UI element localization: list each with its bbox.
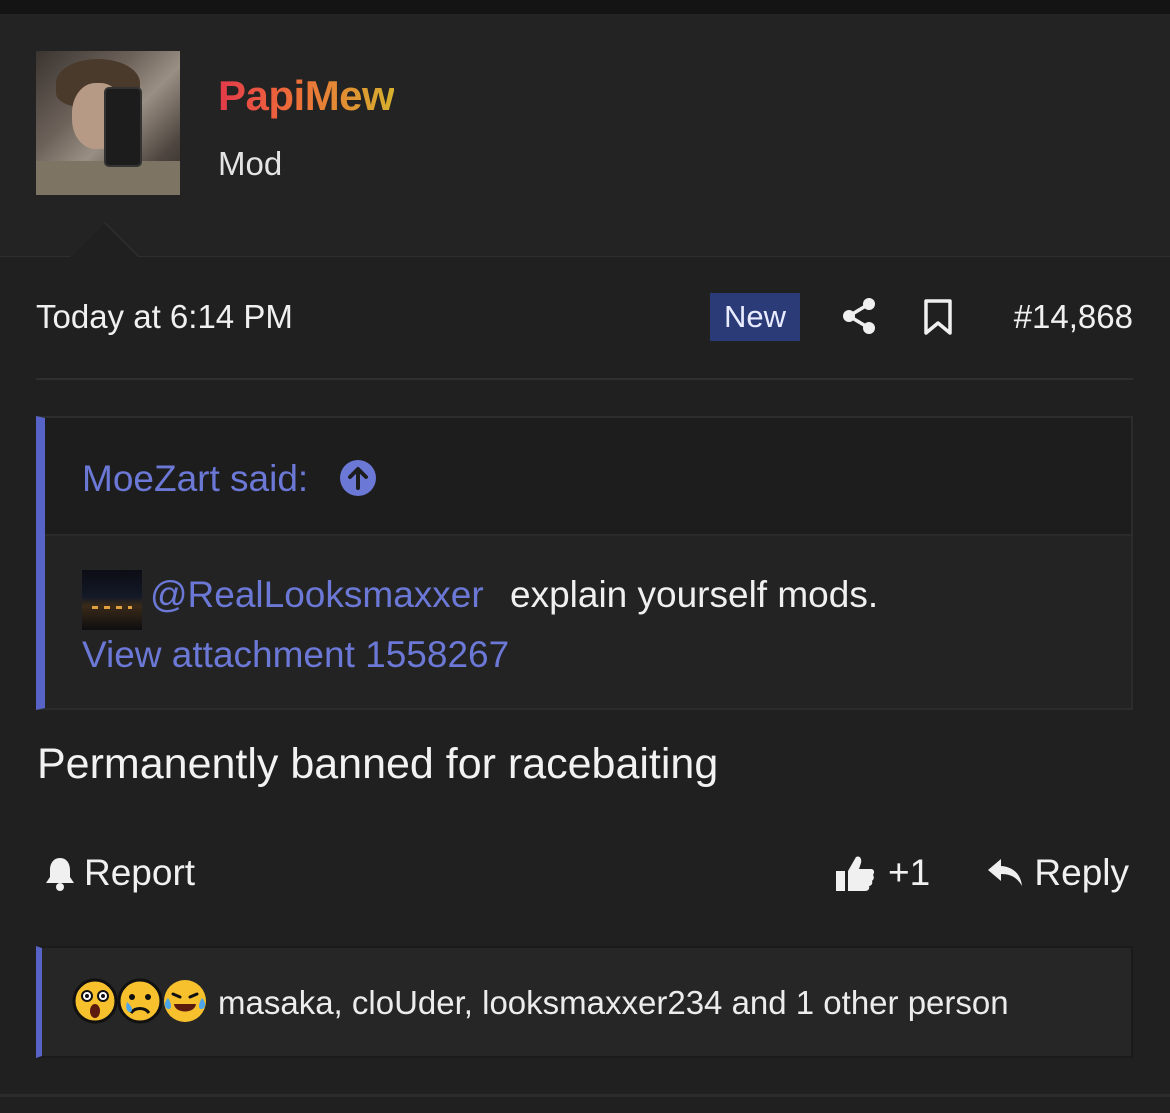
quote-text: explain yourself mods. [510,574,879,615]
reaction-users[interactable]: masaka, cloUder, looksmaxxer234 and 1 ot… [218,984,1009,1022]
post-actions: Report +1 Reply [36,846,1133,900]
crying-laughing-face-icon [164,980,206,1022]
quote-author[interactable]: MoeZart said: [82,458,308,500]
like-button[interactable]: +1 [834,850,930,896]
attachment-link[interactable]: View attachment 1558267 [82,634,509,676]
post-bottom-border [0,1094,1170,1097]
reactions-bar[interactable]: masaka, cloUder, looksmaxxer234 and 1 ot… [36,946,1133,1058]
like-count: +1 [888,852,931,893]
reply-arrow-icon [988,859,1023,886]
post-number[interactable]: #14,868 [1014,298,1133,336]
bookmark-icon[interactable] [922,298,954,336]
post-message: Permanently banned for racebaiting [37,740,719,788]
quote-block: MoeZart said: @RealLooksmaxxer explain y… [36,416,1133,710]
report-label: Report [84,852,196,893]
sad-face-icon [117,978,163,1024]
report-button[interactable]: Report [44,850,195,896]
divider [36,378,1133,380]
new-badge: New [710,293,800,341]
avatar[interactable] [36,51,180,195]
post-timestamp[interactable]: Today at 6:14 PM [36,298,293,336]
share-icon[interactable] [840,296,878,336]
username[interactable]: PapiMew [218,72,395,120]
top-edge [0,0,1170,14]
user-title: Mod [218,145,283,182]
reply-button[interactable]: Reply [986,850,1129,896]
caret-pointer [70,223,138,257]
post-user-header: PapiMew Mod [0,14,1170,257]
post-meta-row: Today at 6:14 PM New #14,868 [36,292,1133,342]
astonished-face-icon [72,978,118,1024]
user-mention[interactable]: @RealLooksmaxxer [150,574,484,616]
arrow-up-circle-icon[interactable] [339,459,377,497]
reply-label: Reply [1034,852,1129,893]
quote-header: MoeZart said: [45,418,1131,536]
thumbs-up-icon [836,856,875,891]
bell-icon [46,858,74,891]
quote-thumbnail[interactable] [82,570,142,630]
